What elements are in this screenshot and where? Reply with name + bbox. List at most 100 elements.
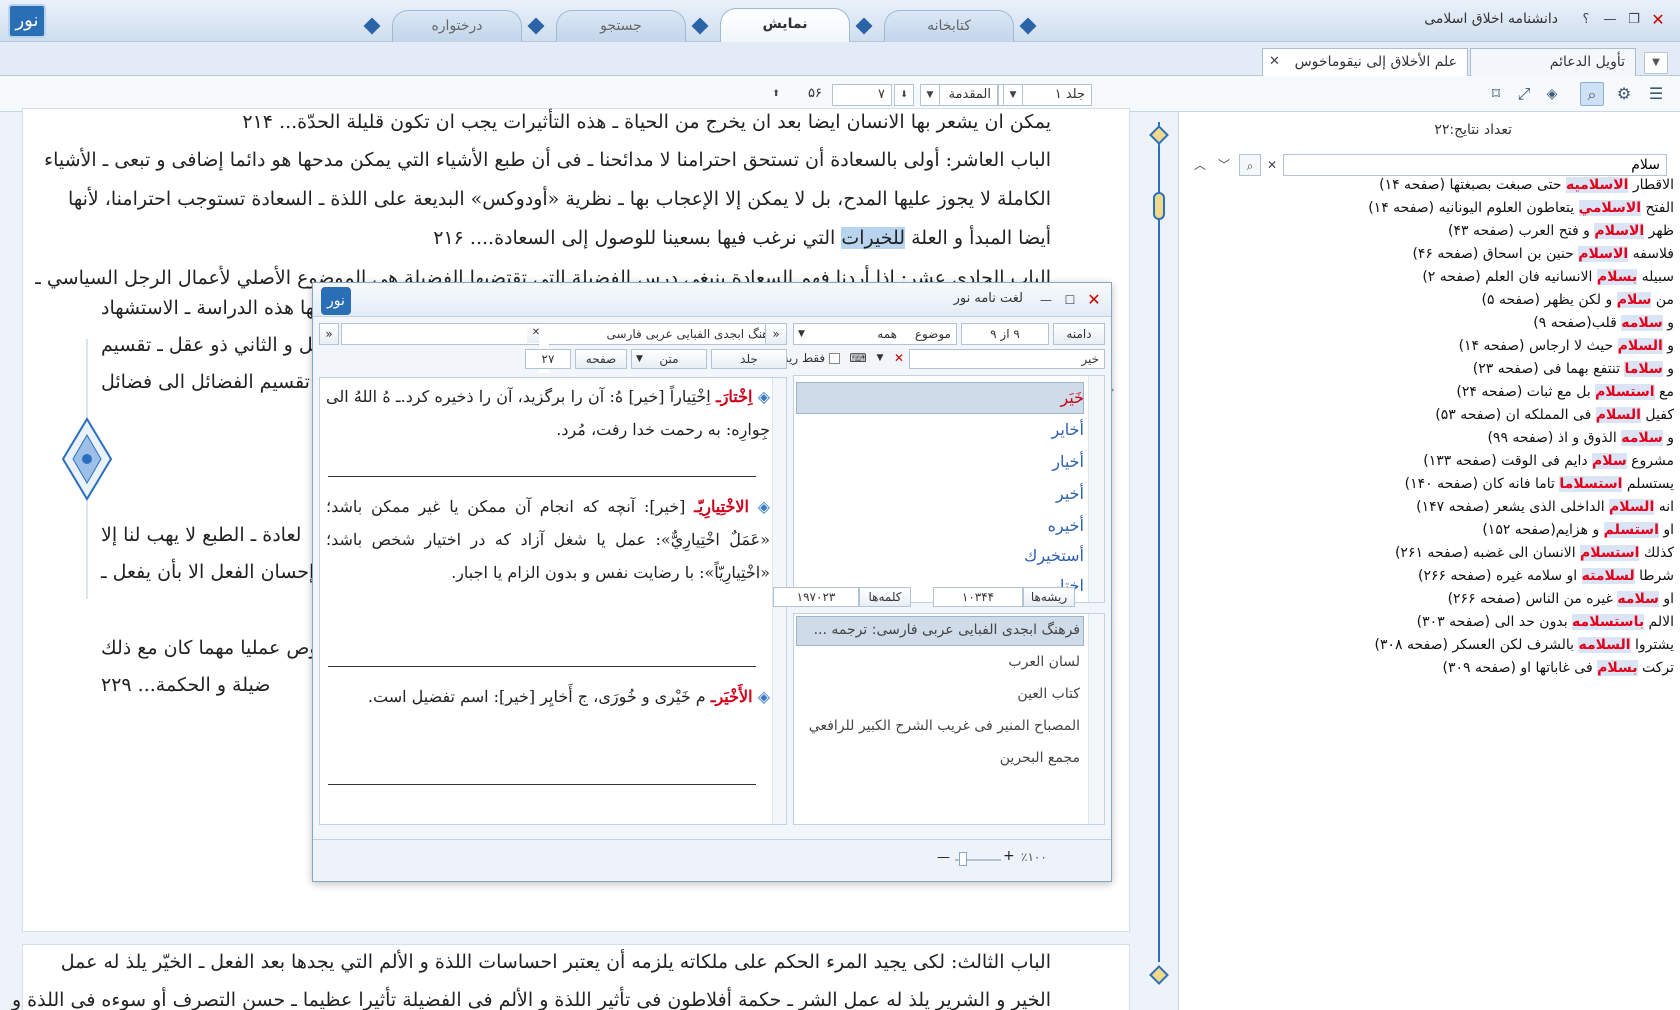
scope-button[interactable]: دامنه [1053, 323, 1105, 345]
result-item[interactable]: يستسلم استسلاما تاما فانه كان (صفحه ۱۴۰) [1184, 473, 1674, 496]
result-item[interactable]: من سلام و لكن يظهر (صفحه ۵) [1184, 289, 1674, 312]
result-item[interactable]: تركت بسلام فى غاباتها او (صفحه ۳۰۹) [1184, 657, 1674, 680]
tab-display[interactable]: نمایش [720, 8, 850, 42]
book-item[interactable]: المصباح المنير فى غريب الشرح الكبير للرا… [809, 718, 1080, 734]
dictionary-title-bar[interactable]: نور لغت نامه نور — ☐ ✕ [313, 283, 1111, 317]
selected-word-row[interactable] [796, 382, 1084, 414]
search-input[interactable] [1283, 154, 1667, 176]
book-item[interactable]: مجمع البحرين [1000, 750, 1080, 766]
chevron-down-icon[interactable]: ▼ [871, 349, 889, 369]
tab-search[interactable]: جستجو [556, 10, 686, 42]
chevron-up-icon[interactable]: ︿ [1189, 154, 1211, 176]
result-item[interactable]: انه السلام الداخلى الذى يشعر (صفحه ۱۴۷) [1184, 496, 1674, 519]
result-item[interactable]: مع استسلام بل مع ثبات (صفحه ۲۴) [1184, 381, 1674, 404]
source-selector[interactable]: فرهنگ ابجدی الفبایی عربی فارسی [341, 323, 787, 345]
scroll-bottom-ornament-icon[interactable] [1149, 965, 1169, 985]
page-input[interactable]: ۲۷ [525, 349, 571, 369]
nav-forward-button[interactable]: « [765, 323, 787, 345]
root-only-checkbox[interactable]: فقط ریشه [781, 349, 845, 369]
chevron-down-icon[interactable]: ﹀ [1213, 154, 1235, 176]
vertical-scroll-track[interactable] [1158, 122, 1160, 962]
page-up-button[interactable]: ⬆ [766, 84, 786, 106]
words-scrollbar[interactable] [1088, 376, 1104, 602]
chevron-down-icon: ▼ [636, 354, 643, 364]
dictionary-search-input[interactable]: خیر [909, 349, 1105, 369]
books-scrollbar[interactable] [1088, 614, 1104, 824]
result-before: و [1662, 430, 1674, 446]
doc-tab-nicomachean[interactable]: علم الأخلاق إلى نيقوماخوس ✕ [1262, 48, 1468, 76]
zoom-slider-thumb[interactable] [959, 852, 967, 866]
layers-icon[interactable]: ◈ [1540, 82, 1564, 106]
result-item[interactable]: او استسلم و هزايم(صفحه ۱۵۲) [1184, 519, 1674, 542]
result-before: الفتح [1641, 200, 1674, 216]
help-icon[interactable]: ؟ [1576, 10, 1596, 30]
text-label: متن [659, 352, 679, 366]
dictionary-books-list[interactable]: فرهنگ ابجدی الفبایی عربی فارسی: ترجمه ..… [793, 613, 1105, 825]
zoom-out-button[interactable]: — [937, 850, 950, 865]
result-item[interactable]: الالم باستسلامه بدون حد الى (صفحه ۳۰۳) [1184, 611, 1674, 634]
gear-icon[interactable]: ⚙ [1612, 82, 1636, 106]
tabs-dropdown-button[interactable]: ▼ [1644, 52, 1668, 74]
word-item[interactable]: أخاير [1052, 420, 1085, 439]
page-input[interactable]: ۷ [832, 84, 892, 106]
tab-tree[interactable]: درختواره [392, 10, 522, 42]
result-item[interactable]: و سلامه قلب(صفحه ۹) [1184, 312, 1674, 335]
word-item[interactable]: خَيَر [1060, 388, 1084, 407]
topic-selector[interactable]: موضوع همه ▼ [793, 323, 957, 345]
dictionary-entries[interactable]: ◈ اِخْتارَـ اِخْتِياراً [خير] هُ: آن را … [319, 377, 787, 825]
result-item[interactable]: كذلك استسلام الانسان الى غضبه (صفحه ۲۶۱) [1184, 542, 1674, 565]
word-item[interactable]: أخير [1056, 484, 1084, 503]
result-after: و فتح العرب (صفحه ۴۳) [1448, 223, 1595, 239]
nav-back-button[interactable]: « [319, 323, 339, 345]
close-button[interactable]: ✕ [1083, 289, 1105, 311]
result-item[interactable]: شرطا لسلامته او سلامه غيره (صفحه ۲۶۶) [1184, 565, 1674, 588]
zoom-in-button[interactable]: + [1003, 848, 1015, 864]
result-item[interactable]: و سلامه الذوق و اذ (صفحه ۹۹) [1184, 427, 1674, 450]
page-down-button[interactable]: ⬇ [894, 84, 914, 106]
text-selector[interactable]: متن ▼ [631, 349, 707, 369]
result-item[interactable]: و السلام حيث لا ارجاس (صفحه ۱۴) [1184, 335, 1674, 358]
clear-icon[interactable]: ✕ [891, 349, 907, 369]
chevron-down-icon[interactable]: ▼ [1003, 84, 1023, 106]
book-item[interactable]: فرهنگ ابجدی الفبایی عربی فارسی: ترجمه ..… [814, 622, 1080, 638]
close-button[interactable]: ✕ [1648, 10, 1668, 30]
result-item[interactable]: كفيل السلام فى المملكه ان (صفحه ۵۳) [1184, 404, 1674, 427]
result-item[interactable]: ظهر الاسلام و فتح العرب (صفحه ۴۳) [1184, 220, 1674, 243]
result-item[interactable]: و سلاما تنتفع بهما فى (صفحه ۲۳) [1184, 358, 1674, 381]
menu-icon[interactable]: ☰ [1644, 82, 1668, 106]
search-icon[interactable]: ⌕ [1580, 82, 1604, 106]
book-item[interactable]: لسان العرب [1008, 654, 1080, 670]
doc-tab-taweel[interactable]: تأويل الدعائم [1470, 48, 1636, 76]
clear-icon[interactable]: ✕ [1261, 154, 1283, 176]
word-item[interactable]: أخيار [1052, 452, 1084, 471]
fullscreen-icon[interactable]: ⤢ [1512, 82, 1536, 106]
volume-label[interactable]: جلد [711, 349, 787, 369]
tab-library[interactable]: کتابخانه [884, 10, 1014, 42]
vertical-scroll-thumb[interactable] [1153, 192, 1165, 220]
keyboard-icon[interactable]: ⌨ [847, 349, 869, 369]
words-list[interactable]: خَيَر أخاير أخيار أخير أخيره أستخيرك اخت… [793, 375, 1105, 603]
close-icon[interactable]: ✕ [1269, 49, 1280, 75]
maximize-button[interactable]: ☐ [1059, 289, 1081, 311]
result-item[interactable]: الفتح الاسلامي يتعاطون العلوم اليونانيه … [1184, 197, 1674, 220]
word-item[interactable]: أخيره [1048, 516, 1084, 535]
result-item[interactable]: فلاسفه الاسلام حنين بن اسحاق (صفحه ۴۶) [1184, 243, 1674, 266]
chevron-down-icon[interactable]: ▼ [920, 84, 940, 106]
doc-text: أيضا المبدأ و العلة [905, 227, 1051, 249]
bookmark-icon[interactable]: ⌑ [1484, 82, 1508, 106]
result-item[interactable]: او سلامه غيره من الناس (صفحه ۲۶۶) [1184, 588, 1674, 611]
result-item[interactable]: سبيله بسلام الانسانيه فان العلم (صفحه ۲) [1184, 266, 1674, 289]
result-item[interactable]: الاقطار الاسلاميه حتى صبغت بصبغتها (صفحه… [1184, 174, 1674, 197]
scroll-top-ornament-icon[interactable] [1149, 125, 1169, 145]
word-item[interactable]: أستخيرك [1024, 546, 1084, 565]
book-item[interactable]: كتاب العين [1017, 686, 1080, 702]
maximize-button[interactable]: ❐ [1624, 10, 1644, 30]
result-match: السلام [1617, 338, 1663, 354]
result-item[interactable]: يشتروا السلامه بالشرف لكن العسكر (صفحه ۳… [1184, 634, 1674, 657]
result-item[interactable]: مشروع سلام دايم فى الوقت (صفحه ۱۳۳) [1184, 450, 1674, 473]
checkbox-icon[interactable] [829, 353, 840, 364]
minimize-button[interactable]: — [1035, 289, 1057, 311]
minimize-button[interactable]: — [1600, 10, 1620, 30]
search-highlight[interactable]: للخيرات [841, 227, 906, 249]
search-icon[interactable]: ⌕ [1239, 154, 1261, 176]
